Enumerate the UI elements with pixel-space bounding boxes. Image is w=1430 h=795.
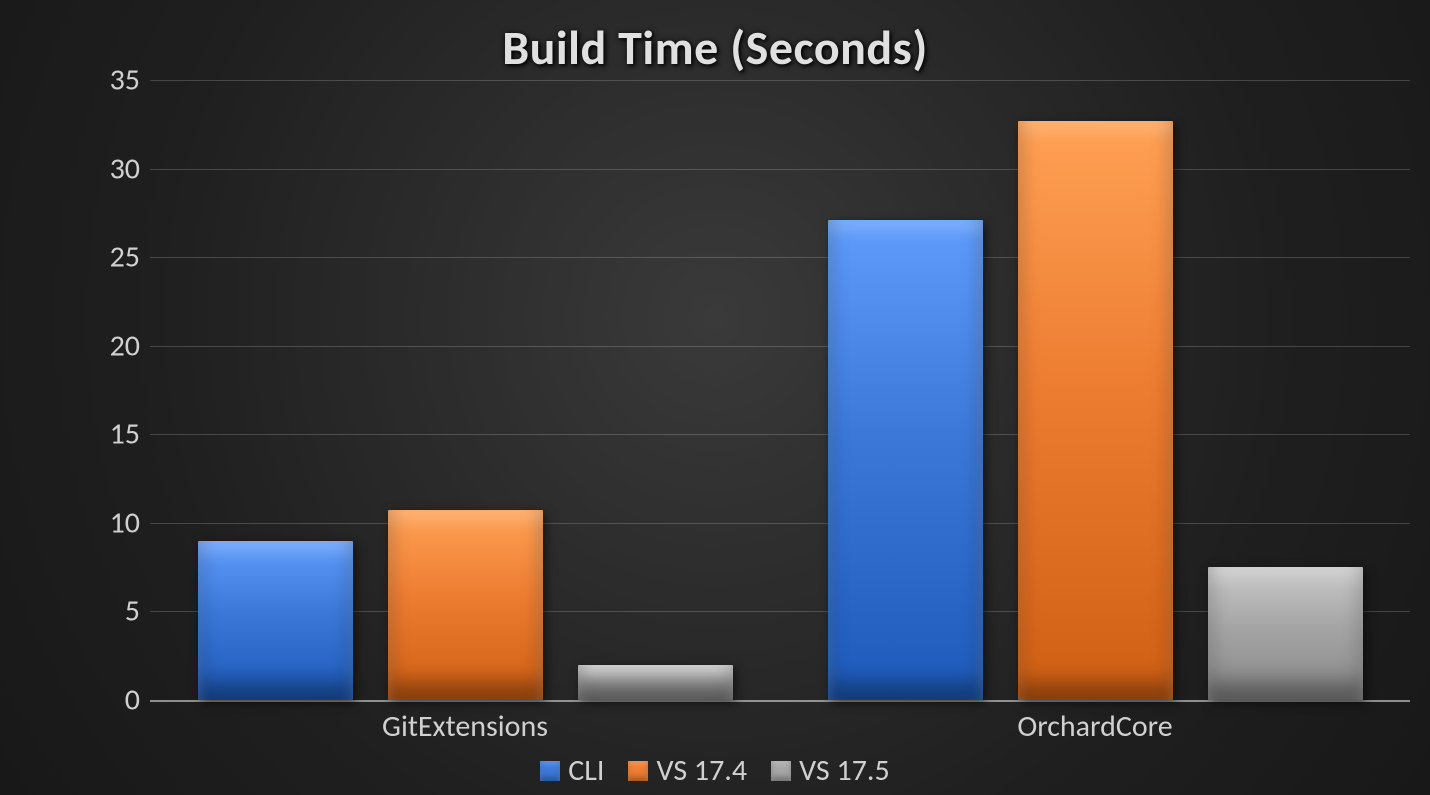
y-tick-label: 35 — [40, 62, 140, 99]
y-tick-label: 30 — [40, 150, 140, 187]
bar — [828, 220, 983, 700]
gridline — [150, 700, 1410, 702]
gridline — [150, 257, 1410, 258]
legend-swatch — [540, 761, 560, 781]
y-tick-label: 0 — [40, 682, 140, 719]
bar — [1018, 121, 1173, 700]
y-tick-label: 25 — [40, 239, 140, 276]
bar — [1208, 567, 1363, 700]
legend-label: VS 17.5 — [799, 752, 890, 789]
gridline — [150, 346, 1410, 347]
legend-swatch — [628, 761, 648, 781]
legend-item: VS 17.5 — [771, 752, 890, 789]
gridline — [150, 80, 1410, 81]
chart-title: Build Time (Seconds) — [0, 18, 1430, 77]
bar — [578, 665, 733, 700]
legend-label: CLI — [568, 752, 604, 789]
gridline — [150, 523, 1410, 524]
x-tick-label: GitExtensions — [265, 708, 665, 745]
chart-container: Build Time (Seconds) 0 5 10 15 20 25 30 35 GitE… — [0, 0, 1430, 795]
legend-item: VS 17.4 — [628, 752, 747, 789]
y-tick-label: 10 — [40, 504, 140, 541]
y-tick-label: 20 — [40, 327, 140, 364]
bar — [198, 541, 353, 700]
bar — [388, 510, 543, 700]
plot-area — [150, 80, 1410, 700]
legend: CLI VS 17.4 VS 17.5 — [0, 752, 1430, 790]
gridline — [150, 434, 1410, 435]
y-tick-label: 15 — [40, 416, 140, 453]
legend-item: CLI — [540, 752, 604, 789]
y-tick-label: 5 — [40, 593, 140, 630]
legend-label: VS 17.4 — [656, 752, 747, 789]
gridline — [150, 169, 1410, 170]
legend-swatch — [771, 761, 791, 781]
x-tick-label: OrchardCore — [895, 708, 1295, 745]
